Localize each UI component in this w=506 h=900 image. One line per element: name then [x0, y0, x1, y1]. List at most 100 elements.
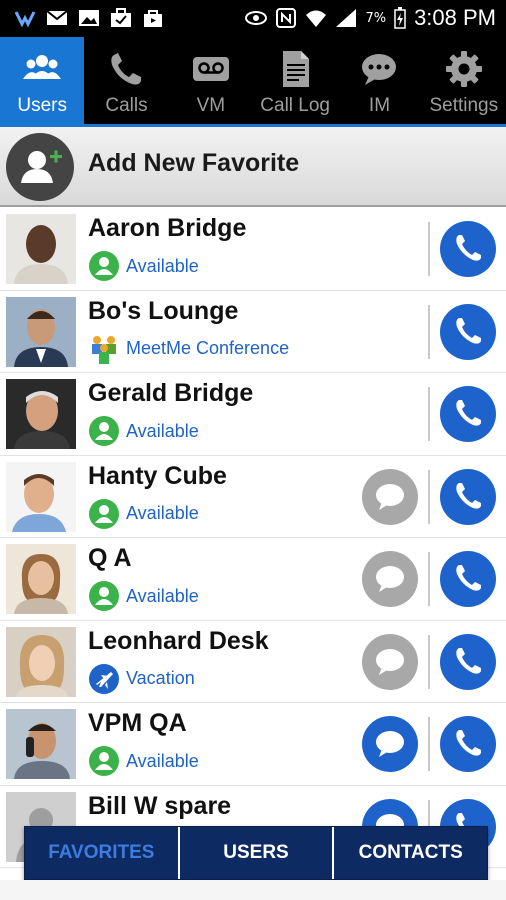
list-item[interactable]: Hanty Cube Available [0, 455, 506, 538]
available-icon [89, 416, 119, 446]
signal-icon [336, 9, 357, 27]
available-icon [89, 498, 119, 529]
tab-favorites[interactable]: FAVORITES [25, 827, 180, 879]
user-name: Hanty Cube [88, 461, 227, 490]
add-favorite-row[interactable]: Add New Favorite [0, 127, 506, 207]
tab-label: Settings [429, 95, 499, 116]
notification-icons [14, 8, 164, 28]
call-button[interactable] [440, 221, 496, 277]
phone-icon [456, 317, 481, 344]
photo-icon [79, 10, 99, 26]
tab-users-list[interactable]: USERS [180, 827, 335, 879]
avatar [6, 544, 76, 614]
message-button[interactable] [362, 716, 418, 772]
divider [428, 387, 430, 441]
message-button[interactable] [362, 468, 418, 525]
list-item[interactable]: Bo's Lounge MeetMe Conference [0, 290, 506, 373]
tab-vm[interactable]: VM [169, 37, 253, 124]
avatar [6, 296, 76, 367]
phone-icon [456, 400, 481, 426]
available-icon [89, 746, 119, 776]
tab-calls[interactable]: Calls [84, 37, 168, 124]
call-log-icon [283, 51, 310, 87]
phone-icon [456, 647, 481, 674]
eye-icon [245, 11, 268, 25]
available-icon [89, 251, 119, 281]
favorites-list: Aaron Bridge Available Bo's Lounge MeetM… [0, 208, 506, 868]
list-item[interactable]: Leonhard Desk Vacation [0, 620, 506, 703]
tab-label: VM [196, 95, 226, 116]
status-text: Vacation [126, 668, 195, 688]
divider [428, 304, 430, 359]
battery-icon [394, 7, 406, 29]
tab-label: Users [17, 95, 67, 116]
phone-icon [456, 482, 481, 509]
add-contact-icon [6, 133, 74, 201]
voicemail-icon [192, 57, 229, 81]
divider [428, 469, 430, 524]
list-item[interactable]: Gerald Bridge Available [0, 373, 506, 456]
avatar [6, 626, 76, 697]
chat-bubble-icon [376, 648, 404, 675]
phone-icon [111, 53, 142, 85]
status-bar: 7% 3:08 PM [0, 0, 506, 37]
chat-icon [362, 54, 397, 85]
divider [428, 222, 430, 276]
app-logo-icon [14, 11, 36, 28]
tab-label: Call Log [260, 95, 330, 116]
avatar [6, 709, 76, 779]
conference-icon [92, 335, 116, 364]
message-button[interactable] [362, 633, 418, 690]
phone-icon [456, 565, 481, 591]
call-button[interactable] [440, 633, 496, 690]
tab-settings[interactable]: Settings [422, 37, 506, 124]
chat-bubble-icon [376, 566, 404, 592]
presence-status: Vacation [88, 663, 195, 695]
call-button[interactable] [440, 386, 496, 442]
gear-icon [445, 51, 482, 87]
phone-icon [456, 730, 481, 756]
status-text: Available [126, 420, 199, 441]
tab-label: Calls [105, 95, 148, 116]
call-button[interactable] [440, 551, 496, 607]
call-button[interactable] [440, 303, 496, 360]
user-name: Q A [88, 544, 132, 572]
wifi-icon [306, 10, 327, 27]
user-name: Aaron Bridge [88, 214, 247, 242]
mail-icon [46, 10, 68, 25]
divider [428, 552, 430, 606]
user-name: Bill W spare [88, 791, 232, 820]
user-name: VPM QA [88, 709, 187, 737]
main-tab-bar: Users Calls VM Call Log IM Settings [0, 37, 506, 124]
tab-call-log[interactable]: Call Log [253, 37, 337, 124]
status-text: Available [126, 585, 199, 606]
phone-icon [456, 235, 481, 261]
avatar [6, 214, 76, 284]
list-item[interactable]: Q A Available [0, 538, 506, 621]
user-name: Leonhard Desk [88, 626, 269, 655]
bottom-strip [0, 880, 506, 900]
tab-users[interactable]: Users [0, 37, 85, 124]
status-text: MeetMe Conference [126, 338, 290, 358]
presence-status: Available [88, 580, 199, 612]
vacation-icon [89, 663, 119, 694]
status-text: Available [126, 255, 199, 276]
divider [428, 634, 430, 689]
list-item[interactable]: Aaron Bridge Available [0, 208, 506, 291]
avatar [6, 461, 76, 532]
call-button[interactable] [440, 468, 496, 525]
message-button[interactable] [362, 551, 418, 607]
presence-status: Available [88, 745, 199, 777]
chat-bubble-icon [376, 483, 404, 510]
user-name: Bo's Lounge [88, 296, 239, 325]
presence-status: MeetMe Conference [88, 333, 289, 365]
available-icon [89, 581, 119, 611]
list-item[interactable]: VPM QA Available [0, 703, 506, 786]
tab-im[interactable]: IM [337, 37, 421, 124]
call-button[interactable] [440, 716, 496, 772]
chat-bubble-icon [376, 731, 404, 757]
presence-status: Available [88, 498, 199, 530]
tab-contacts[interactable]: CONTACTS [334, 827, 487, 879]
clock: 3:08 PM [414, 5, 496, 30]
user-name: Gerald Bridge [88, 379, 254, 407]
